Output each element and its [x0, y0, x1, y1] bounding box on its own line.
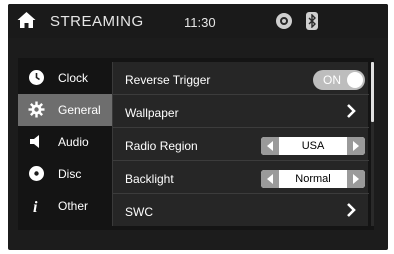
- app-title: STREAMING: [50, 13, 144, 30]
- backlight-prev-button[interactable]: [261, 170, 279, 188]
- svg-text:i: i: [33, 199, 38, 214]
- setting-row-reverse-trigger: Reverse Trigger ON: [113, 62, 369, 95]
- toggle-knob: [347, 72, 363, 88]
- sidebar-item-general[interactable]: General: [18, 94, 112, 126]
- radio-region-prev-button[interactable]: [261, 137, 279, 155]
- sidebar-item-clock[interactable]: Clock: [18, 62, 112, 94]
- settings-status-icon: [276, 13, 292, 29]
- sidebar: Clock General Audio Disc i Other: [18, 62, 112, 226]
- scrollbar[interactable]: [371, 62, 374, 226]
- setting-row-backlight: Backlight Normal: [113, 161, 369, 194]
- home-icon[interactable]: [17, 11, 36, 29]
- sidebar-item-audio[interactable]: Audio: [18, 126, 112, 158]
- backlight-next-button[interactable]: [347, 170, 365, 188]
- bluetooth-icon: [306, 12, 318, 30]
- clock-icon: [29, 70, 44, 85]
- sidebar-item-label: Other: [58, 199, 89, 213]
- setting-label: SWC: [125, 205, 153, 219]
- setting-label: Backlight: [125, 172, 174, 186]
- scrollbar-thumb[interactable]: [371, 62, 374, 122]
- setting-label: Wallpaper: [125, 106, 179, 120]
- backlight-value: Normal: [295, 173, 331, 185]
- setting-label: Radio Region: [125, 139, 198, 153]
- info-icon: i: [33, 199, 38, 214]
- setting-label: Reverse Trigger: [125, 73, 211, 87]
- radio-region-selector: USA: [261, 137, 365, 155]
- backlight-selector: Normal: [261, 170, 365, 188]
- radio-region-value: USA: [301, 140, 325, 152]
- sidebar-item-label: Disc: [58, 167, 82, 181]
- setting-row-radio-region: Radio Region USA: [113, 128, 369, 161]
- disc-icon: [29, 166, 44, 181]
- chevron-right-icon[interactable]: [345, 202, 357, 218]
- sidebar-item-label: General: [58, 103, 101, 117]
- settings-list: Reverse Trigger ON Wallpaper Radio Regio…: [112, 62, 369, 227]
- gear-icon: [28, 101, 45, 118]
- sidebar-item-label: Clock: [58, 71, 89, 85]
- header-bar: STREAMING 11:30: [8, 4, 388, 38]
- sidebar-item-other[interactable]: i Other: [18, 190, 112, 222]
- setting-row-wallpaper[interactable]: Wallpaper: [113, 95, 369, 128]
- sidebar-item-label: Audio: [58, 135, 89, 149]
- speaker-icon: [30, 135, 39, 148]
- clock-time: 11:30: [184, 15, 216, 30]
- radio-region-next-button[interactable]: [347, 137, 365, 155]
- sidebar-item-disc[interactable]: Disc: [18, 158, 112, 190]
- toggle-state-label: ON: [323, 73, 341, 87]
- setting-row-swc[interactable]: SWC: [113, 194, 369, 227]
- reverse-trigger-toggle[interactable]: ON: [313, 70, 365, 90]
- chevron-right-icon[interactable]: [345, 103, 357, 119]
